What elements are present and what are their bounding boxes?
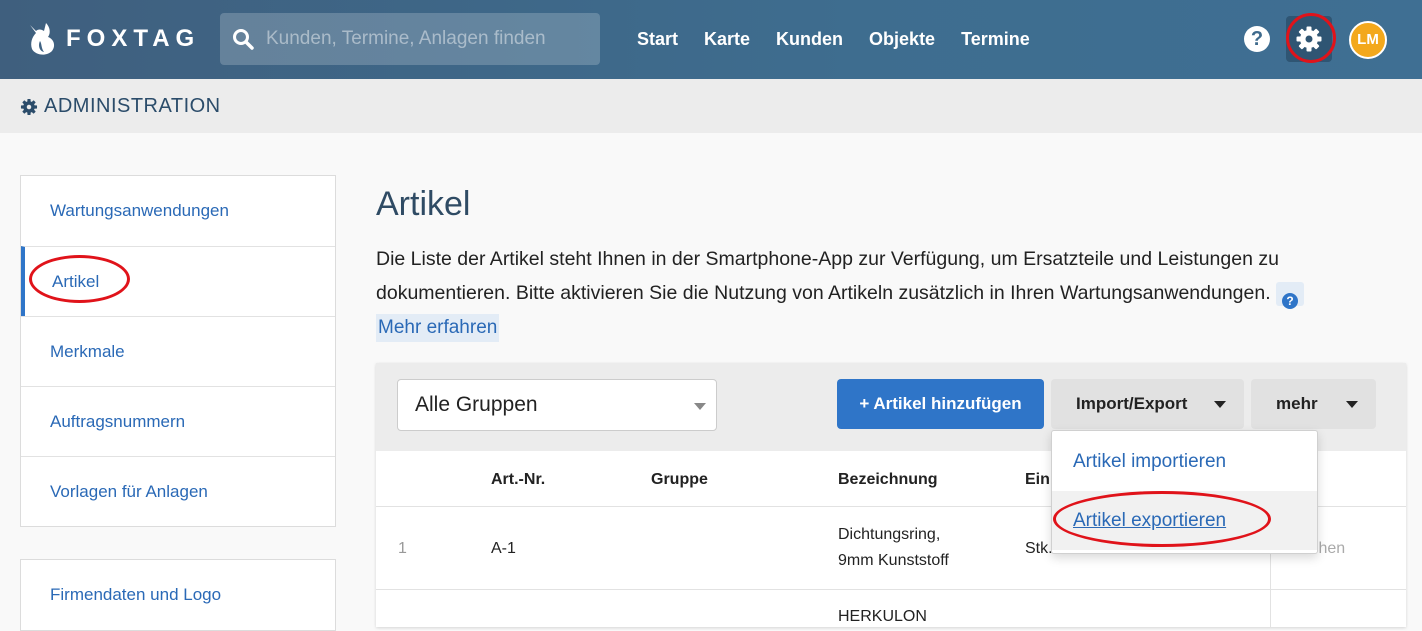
sidebar-item-firmendaten[interactable]: Firmendaten und Logo xyxy=(21,560,335,630)
main-nav: Start Karte Kunden Objekte Termine xyxy=(624,0,1043,79)
import-export-dropdown: Artikel importieren Artikel exportieren xyxy=(1051,430,1318,554)
add-article-button[interactable]: + Artikel hinzufügen xyxy=(837,379,1044,429)
column-header-bezeichnung[interactable]: Bezeichnung xyxy=(838,471,938,489)
settings-button[interactable] xyxy=(1286,16,1332,62)
nav-termine[interactable]: Termine xyxy=(961,29,1030,50)
group-select[interactable]: Alle Gruppen xyxy=(397,379,717,431)
top-navbar: FOXTAG Start Karte Kunden Objekte Termin… xyxy=(0,0,1422,79)
sidebar-item-wartungsanwendungen[interactable]: Wartungsanwendungen xyxy=(21,176,335,246)
column-header-art-nr[interactable]: Art.-Nr. xyxy=(491,471,545,489)
sidebar-item-auftragsnummern[interactable]: Auftragsnummern xyxy=(21,386,335,456)
avatar[interactable]: LM xyxy=(1349,21,1387,59)
admin-sidebar: Wartungsanwendungen Artikel Merkmale Auf… xyxy=(20,175,336,631)
chevron-down-icon xyxy=(1214,401,1226,408)
group-select-value: Alle Gruppen xyxy=(415,393,538,416)
more-info-link[interactable]: Mehr erfahren xyxy=(376,314,500,342)
gear-icon xyxy=(20,98,38,115)
admin-title: ADMINISTRATION xyxy=(44,95,221,117)
menu-item-artikel-importieren[interactable]: Artikel importieren xyxy=(1052,432,1317,491)
admin-subheader: ADMINISTRATION xyxy=(0,79,1422,133)
search-bar[interactable] xyxy=(220,13,600,65)
search-input[interactable] xyxy=(266,28,586,50)
sidebar-item-merkmale[interactable]: Merkmale xyxy=(21,316,335,386)
table-row: HERKULON xyxy=(376,590,1406,630)
column-header-einheit[interactable]: Ein xyxy=(1025,471,1050,489)
row-bezeichnung-line1: HERKULON xyxy=(838,608,927,625)
column-header-gruppe[interactable]: Gruppe xyxy=(651,471,708,489)
main-content: Artikel Die Liste der Artikel steht Ihne… xyxy=(376,185,1406,344)
row-art-nr: A-1 xyxy=(491,540,516,557)
page-description: Die Liste der Artikel steht Ihnen in der… xyxy=(376,242,1386,344)
nav-kunden[interactable]: Kunden xyxy=(776,29,843,50)
search-icon xyxy=(220,28,266,50)
row-einheit: Stk. xyxy=(1025,540,1053,557)
row-bezeichnung: Dichtungsring, 9mm Kunststoff xyxy=(838,522,949,574)
nav-objekte[interactable]: Objekte xyxy=(869,29,935,50)
help-icon[interactable]: ? xyxy=(1276,281,1305,309)
description-text: Die Liste der Artikel steht Ihnen in der… xyxy=(376,248,1279,304)
page-section-title: ADMINISTRATION xyxy=(20,95,221,118)
sidebar-item-vorlagen[interactable]: Vorlagen für Anlagen xyxy=(21,456,335,526)
fox-logo-icon xyxy=(30,23,55,55)
help-icon[interactable]: ? xyxy=(1244,26,1270,52)
row-bezeichnung-line1: Dichtungsring, xyxy=(838,526,941,543)
page-title: Artikel xyxy=(376,185,471,223)
more-button[interactable]: mehr xyxy=(1251,379,1376,429)
nav-karte[interactable]: Karte xyxy=(704,29,750,50)
logo-text: FOXTAG xyxy=(66,25,201,52)
sidebar-item-artikel[interactable]: Artikel xyxy=(21,246,335,316)
foxtag-logo[interactable]: FOXTAG xyxy=(26,20,200,58)
row-index: 1 xyxy=(398,540,407,557)
sidebar-group: Wartungsanwendungen Artikel Merkmale Auf… xyxy=(20,175,336,527)
import-export-button[interactable]: Import/Export xyxy=(1051,379,1244,429)
chevron-down-icon xyxy=(694,403,706,410)
menu-item-artikel-exportieren[interactable]: Artikel exportieren xyxy=(1052,491,1317,550)
sidebar-group-2: Firmendaten und Logo xyxy=(20,559,336,631)
gear-icon xyxy=(1296,26,1322,52)
nav-start[interactable]: Start xyxy=(637,29,678,50)
import-export-label: Import/Export xyxy=(1076,394,1188,413)
more-label: mehr xyxy=(1276,394,1318,413)
row-bezeichnung-line2: 9mm Kunststoff xyxy=(838,552,949,569)
chevron-down-icon xyxy=(1346,401,1358,408)
